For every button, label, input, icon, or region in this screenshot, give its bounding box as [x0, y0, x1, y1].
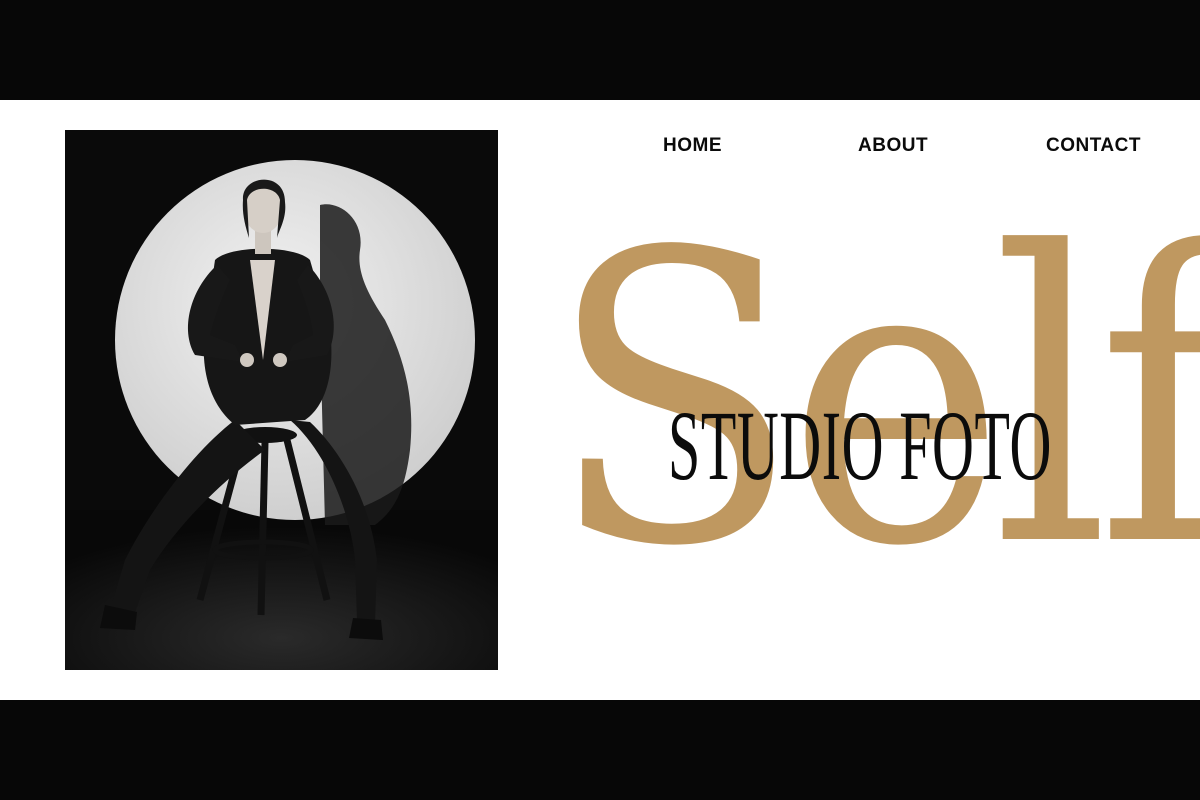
nav-link-home[interactable]: HOME [663, 130, 722, 162]
hero-section: HOME ABOUT CONTACT Self STUDIO FOTO [0, 100, 1200, 700]
main-nav: HOME ABOUT CONTACT [0, 130, 1200, 162]
nav-link-contact[interactable]: CONTACT [1046, 130, 1141, 162]
nav-link-about[interactable]: ABOUT [858, 130, 928, 162]
page: HOME ABOUT CONTACT Self STUDIO FOTO [0, 0, 1200, 800]
hero-photo [65, 130, 498, 670]
hero-subtitle-studio-foto: STUDIO FOTO [668, 390, 1052, 501]
portrait-illustration [65, 130, 498, 670]
